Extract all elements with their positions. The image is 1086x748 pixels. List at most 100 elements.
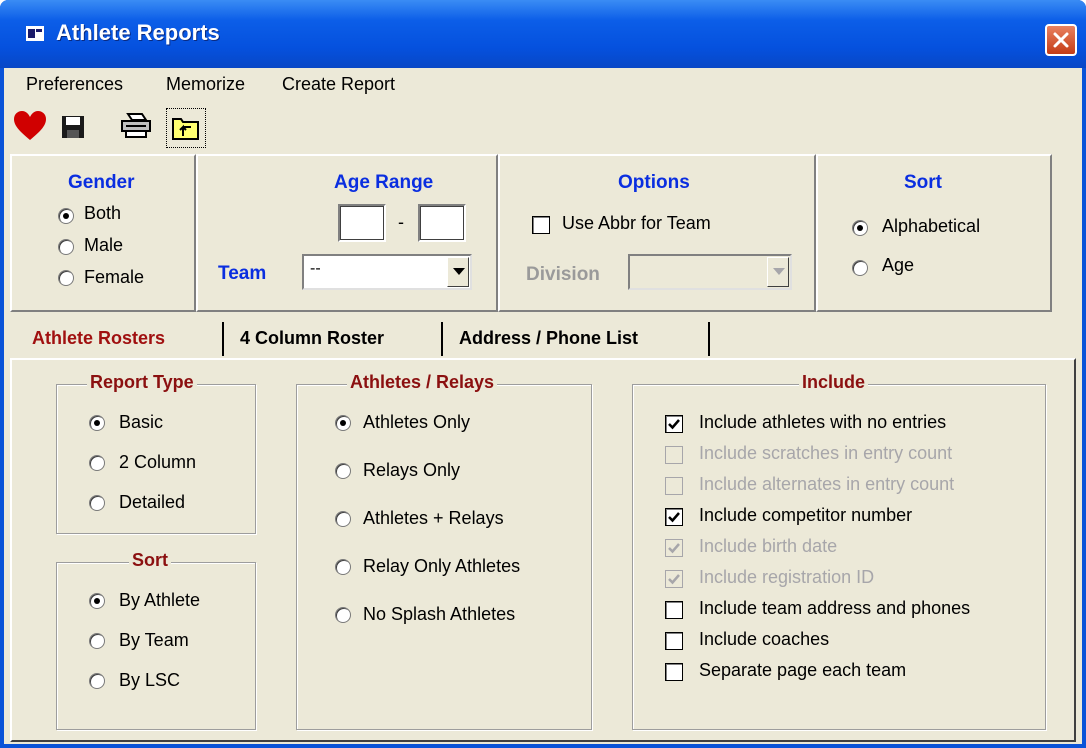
include-checkbox[interactable] xyxy=(665,415,683,433)
save-button[interactable] xyxy=(56,108,96,148)
check-icon xyxy=(668,543,680,554)
gender-label: Gender xyxy=(68,172,135,193)
team-select[interactable]: -- xyxy=(302,254,472,290)
include-checkbox[interactable] xyxy=(665,570,683,588)
report-type-detailed-radio[interactable] xyxy=(89,495,105,511)
relay-only-athletes-radio[interactable] xyxy=(335,559,351,575)
sort-alphabetical-radio[interactable] xyxy=(852,220,868,236)
tab-content-panel: Report Type Basic 2 Column Detailed Sort… xyxy=(10,358,1076,742)
no-splash-athletes-label: No Splash Athletes xyxy=(363,604,516,624)
team-label: Team xyxy=(218,263,267,284)
include-item-label: Include team address and phones xyxy=(699,598,971,618)
tab-address-phone-list[interactable]: Address / Phone List xyxy=(445,320,715,358)
include-item-label: Include coaches xyxy=(699,629,830,649)
tab-4-column-roster[interactable]: 4 Column Roster xyxy=(226,320,436,358)
gender-male-radio[interactable] xyxy=(58,239,74,255)
include-checkbox[interactable] xyxy=(665,539,683,557)
include-checkbox[interactable] xyxy=(665,663,683,681)
toolbar xyxy=(4,106,1082,152)
relays-only-label: Relays Only xyxy=(363,460,461,480)
check-icon xyxy=(668,512,680,523)
report-type-2-column-label: 2 Column xyxy=(119,452,197,472)
include-item-label: Include athletes with no entries xyxy=(699,412,947,432)
close-button[interactable] xyxy=(1045,24,1077,56)
tab-4-column-roster-label: 4 Column Roster xyxy=(240,328,385,348)
window-client-area: Preferences Memorize Create Report Gende… xyxy=(4,68,1082,744)
athlete-reports-window: Athlete Reports Preferences Memorize Cre… xyxy=(0,0,1086,748)
include-checkbox[interactable] xyxy=(665,446,683,464)
sort-by-athlete-label: By Athlete xyxy=(119,590,201,610)
save-icon xyxy=(62,116,84,138)
sort-by-team-radio[interactable] xyxy=(89,633,105,649)
division-select[interactable] xyxy=(628,254,792,290)
include-checkbox[interactable] xyxy=(665,632,683,650)
sort-by-athlete-radio[interactable] xyxy=(89,593,105,609)
sort-alphabetical-label: Alphabetical xyxy=(882,216,981,236)
relays-only-radio[interactable] xyxy=(335,463,351,479)
gender-both-radio[interactable] xyxy=(58,208,74,224)
report-type-2-column-radio[interactable] xyxy=(89,455,105,471)
folder-up-button[interactable] xyxy=(166,108,206,148)
gender-panel: Gender Both Male Female xyxy=(10,154,196,312)
athletes-plus-relays-label: Athletes + Relays xyxy=(363,508,504,528)
tab-address-phone-list-label: Address / Phone List xyxy=(459,328,639,348)
use-abbr-checkbox[interactable] xyxy=(532,216,550,234)
check-icon xyxy=(668,419,680,430)
sort-by-lsc-radio[interactable] xyxy=(89,673,105,689)
title-bar[interactable]: Athlete Reports xyxy=(0,0,1086,68)
team-select-value: -- xyxy=(310,260,321,277)
favorites-button[interactable] xyxy=(12,108,52,148)
menu-memorize[interactable]: Memorize xyxy=(166,74,245,95)
print-button[interactable] xyxy=(118,108,158,148)
tab-separator xyxy=(222,322,224,356)
no-splash-athletes-radio[interactable] xyxy=(335,607,351,623)
tab-athlete-rosters[interactable]: Athlete Rosters xyxy=(24,320,224,358)
gender-female-label: Female xyxy=(84,267,145,287)
sort-by-team-label: By Team xyxy=(119,630,189,650)
athletes-only-label: Athletes Only xyxy=(363,412,471,432)
age-range-label: Age Range xyxy=(334,172,434,193)
report-type-detailed-label: Detailed xyxy=(119,492,186,512)
chevron-down-icon xyxy=(773,268,785,275)
report-type-legend: Report Type xyxy=(87,372,197,393)
close-icon xyxy=(1053,32,1069,48)
age-min-input[interactable] xyxy=(338,204,386,242)
folder-up-icon xyxy=(172,118,199,140)
menu-preferences[interactable]: Preferences xyxy=(26,74,123,95)
include-item-label: Include alternates in entry count xyxy=(699,474,955,494)
division-label: Division xyxy=(526,264,600,285)
report-type-basic-radio[interactable] xyxy=(89,415,105,431)
sort-panel: Sort Alphabetical Age xyxy=(816,154,1052,312)
sort-by-legend: Sort xyxy=(129,550,171,571)
division-dropdown-button[interactable] xyxy=(767,257,789,287)
chevron-down-icon xyxy=(453,268,465,275)
athletes-relays-legend: Athletes / Relays xyxy=(347,372,498,393)
gender-both-label: Both xyxy=(84,203,122,223)
sort-age-label: Age xyxy=(882,255,915,275)
gender-female-radio[interactable] xyxy=(58,270,74,286)
include-item-label: Include competitor number xyxy=(699,505,913,525)
athletes-only-radio[interactable] xyxy=(335,415,351,431)
use-abbr-label: Use Abbr for Team xyxy=(562,213,711,233)
print-icon xyxy=(121,113,151,138)
age-range-separator: - xyxy=(398,212,404,232)
tab-separator xyxy=(441,322,443,356)
athletes-relays-group: Athletes / Relays Athletes Only Relays O… xyxy=(296,372,592,730)
team-dropdown-button[interactable] xyxy=(447,257,469,287)
tab-athlete-rosters-label: Athlete Rosters xyxy=(32,328,166,348)
include-checkbox[interactable] xyxy=(665,601,683,619)
app-icon xyxy=(26,26,44,41)
include-checkbox[interactable] xyxy=(665,477,683,495)
check-icon xyxy=(668,574,680,585)
menu-create-report[interactable]: Create Report xyxy=(282,74,395,95)
gender-male-label: Male xyxy=(84,235,124,255)
athletes-plus-relays-radio[interactable] xyxy=(335,511,351,527)
sort-age-radio[interactable] xyxy=(852,260,868,276)
sort-by-group: Sort By Athlete By Team By LSC xyxy=(56,550,256,730)
include-checkbox[interactable] xyxy=(665,508,683,526)
sort-by-lsc-label: By LSC xyxy=(119,670,181,690)
age-max-input[interactable] xyxy=(418,204,466,242)
report-type-group: Report Type Basic 2 Column Detailed xyxy=(56,372,256,534)
heart-icon xyxy=(14,111,46,140)
tab-separator xyxy=(708,322,710,356)
